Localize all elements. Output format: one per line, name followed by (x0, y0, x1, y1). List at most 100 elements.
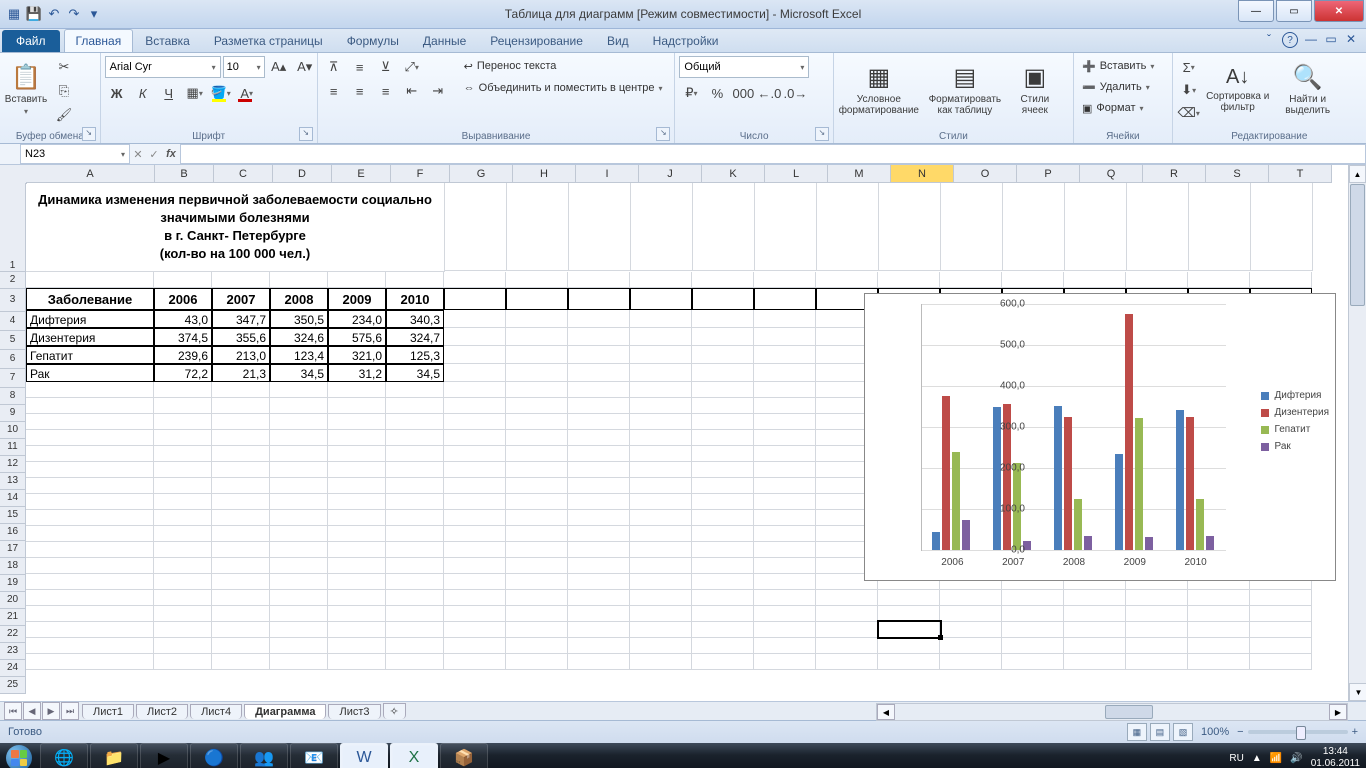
hscroll-thumb[interactable] (1105, 705, 1153, 719)
scroll-up-icon[interactable]: ▲ (1349, 165, 1366, 183)
zoom-in-button[interactable]: + (1352, 726, 1358, 738)
normal-view-button[interactable]: ▦ (1127, 723, 1147, 741)
clipboard-dialog-icon[interactable]: ↘ (82, 127, 96, 141)
scroll-thumb[interactable] (1350, 184, 1365, 306)
bold-button[interactable]: Ж (105, 82, 129, 104)
tab-view[interactable]: Вид (595, 29, 641, 52)
row-header-16[interactable]: 16 (0, 524, 26, 541)
format-as-table-button[interactable]: ▤Форматировать как таблицу (924, 56, 1006, 122)
row-header-9[interactable]: 9 (0, 405, 26, 422)
col-header-L[interactable]: L (765, 165, 828, 183)
col-header-P[interactable]: P (1017, 165, 1080, 183)
align-dialog-icon[interactable]: ↘ (656, 127, 670, 141)
comma-button[interactable]: 000 (731, 82, 755, 104)
conditional-format-button[interactable]: ▦Условное форматирование (838, 56, 920, 122)
row-header-12[interactable]: 12 (0, 456, 26, 473)
increase-decimal-button[interactable]: ←.0 (757, 82, 781, 104)
fx-icon[interactable]: fx (162, 148, 180, 160)
tray-volume-icon[interactable]: 🔊 (1290, 753, 1302, 764)
redo-icon[interactable]: ↷ (66, 6, 82, 22)
maximize-button[interactable]: ▭ (1276, 0, 1312, 22)
taskbar-explorer[interactable]: 📁 (90, 743, 138, 768)
tray-clock[interactable]: 13:44 01.06.2011 (1311, 746, 1360, 768)
tab-file[interactable]: Файл (2, 30, 60, 52)
font-dialog-icon[interactable]: ↘ (299, 127, 313, 141)
tab-data[interactable]: Данные (411, 29, 478, 52)
row-header-14[interactable]: 14 (0, 490, 26, 507)
col-header-G[interactable]: G (450, 165, 513, 183)
help-icon[interactable]: ? (1282, 32, 1298, 48)
font-color-button[interactable]: A▾ (235, 82, 259, 104)
tab-home[interactable]: Главная (64, 29, 134, 52)
copy-button[interactable]: ⎘ (52, 80, 76, 102)
tab-page-layout[interactable]: Разметка страницы (202, 29, 335, 52)
doc-restore-icon[interactable]: ▭ (1324, 32, 1338, 46)
currency-button[interactable]: ₽▾ (679, 82, 703, 104)
row-header-18[interactable]: 18 (0, 558, 26, 575)
fill-color-button[interactable]: 🪣▾ (209, 82, 233, 104)
number-dialog-icon[interactable]: ↘ (815, 127, 829, 141)
zoom-out-button[interactable]: − (1237, 726, 1243, 738)
qat-dropdown-icon[interactable]: ▾ (86, 6, 102, 22)
row-header-13[interactable]: 13 (0, 473, 26, 490)
taskbar-app2[interactable]: 👥 (240, 743, 288, 768)
sheet-tab-Лист3[interactable]: Лист3 (328, 704, 380, 719)
scroll-down-icon[interactable]: ▼ (1349, 683, 1366, 701)
sheet-tab-Лист1[interactable]: Лист1 (82, 704, 134, 719)
col-header-A[interactable]: A (26, 165, 155, 183)
page-layout-view-button[interactable]: ▤ (1150, 723, 1170, 741)
col-header-F[interactable]: F (391, 165, 450, 183)
row-header-10[interactable]: 10 (0, 422, 26, 439)
worksheet-grid[interactable]: ABCDEFGHIJKLMNOPQRST 1234567891011121314… (0, 165, 1366, 701)
number-format-select[interactable]: Общий▾ (679, 56, 809, 78)
row-header-20[interactable]: 20 (0, 592, 26, 609)
vertical-scrollbar[interactable]: ▲ ▼ (1348, 165, 1366, 701)
taskbar-ie[interactable]: 🌐 (40, 743, 88, 768)
col-header-E[interactable]: E (332, 165, 391, 183)
tab-formulas[interactable]: Формулы (335, 29, 411, 52)
enter-icon[interactable]: ✓ (146, 148, 162, 161)
scroll-left-icon[interactable]: ◀ (877, 704, 895, 720)
sheet-tab-Лист2[interactable]: Лист2 (136, 704, 188, 719)
font-size-select[interactable]: 10▾ (223, 56, 265, 78)
grow-font-button[interactable]: A▴ (267, 56, 291, 78)
save-icon[interactable]: 💾 (26, 6, 42, 22)
cell-styles-button[interactable]: ▣Стили ячеек (1010, 56, 1060, 122)
row-header-6[interactable]: 6 (0, 350, 26, 369)
tab-insert[interactable]: Вставка (133, 29, 202, 52)
col-header-Q[interactable]: Q (1080, 165, 1143, 183)
row-header-25[interactable]: 25 (0, 677, 26, 694)
cut-button[interactable]: ✂ (52, 56, 76, 78)
zoom-slider[interactable] (1248, 730, 1348, 734)
col-header-J[interactable]: J (639, 165, 702, 183)
tray-flag-icon[interactable]: ▲ (1252, 753, 1262, 764)
col-header-O[interactable]: O (954, 165, 1017, 183)
shrink-font-button[interactable]: A▾ (293, 56, 317, 78)
row-headers[interactable]: 1234567891011121314151617181920212223242… (0, 183, 26, 694)
font-name-select[interactable]: Arial Cyr▾ (105, 56, 221, 78)
name-box[interactable]: N23▾ (20, 144, 130, 164)
decrease-decimal-button[interactable]: .0→ (783, 82, 807, 104)
border-button[interactable]: ▦▾ (183, 82, 207, 104)
undo-icon[interactable]: ↶ (46, 6, 62, 22)
col-header-N[interactable]: N (891, 165, 954, 183)
wrap-text-button[interactable]: ↩Перенос текста (460, 56, 667, 76)
clear-button[interactable]: ⌫▾ (1177, 102, 1201, 124)
align-right-button[interactable]: ≡ (374, 80, 398, 102)
formula-input[interactable] (180, 144, 1366, 164)
taskbar-excel[interactable]: X (390, 743, 438, 768)
row-header-4[interactable]: 4 (0, 312, 26, 331)
format-cells-button[interactable]: ▣ Формат▾ (1078, 98, 1148, 118)
taskbar-app1[interactable]: 🔵 (190, 743, 238, 768)
taskbar-archive[interactable]: 📦 (440, 743, 488, 768)
tab-review[interactable]: Рецензирование (478, 29, 595, 52)
sheet-tab-Лист4[interactable]: Лист4 (190, 704, 242, 719)
cancel-icon[interactable]: ✕ (130, 148, 146, 161)
tray-network-icon[interactable]: 📶 (1270, 753, 1282, 764)
merge-center-button[interactable]: ⇔Объединить и поместить в центре▾ (460, 78, 667, 98)
row-header-21[interactable]: 21 (0, 609, 26, 626)
last-sheet-icon[interactable]: ⏭ (61, 702, 79, 720)
fill-button[interactable]: ⬇▾ (1177, 79, 1201, 101)
col-header-R[interactable]: R (1143, 165, 1206, 183)
row-header-5[interactable]: 5 (0, 331, 26, 350)
